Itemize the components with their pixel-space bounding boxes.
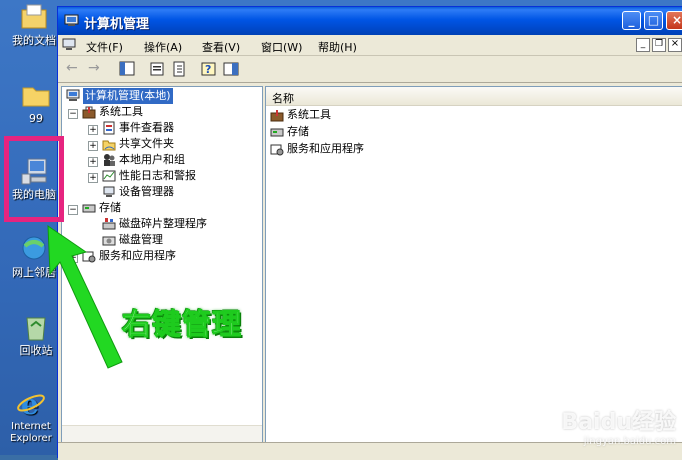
tree-item-label: 存储 xyxy=(99,201,121,214)
desktop-icon-internet-explorer[interactable]: e Internet Explorer xyxy=(6,388,56,445)
computer-management-icon xyxy=(66,89,80,103)
storage-icon xyxy=(82,201,96,215)
toolbar: ← → ? xyxy=(58,56,682,83)
svg-text:e: e xyxy=(21,388,39,418)
tree-item-label: 本地用户和组 xyxy=(119,153,185,166)
window-title: 计算机管理 xyxy=(84,17,150,32)
expand-toggle[interactable]: + xyxy=(88,141,98,151)
my-documents-icon xyxy=(19,2,49,32)
desktop-icon-folder-99[interactable]: 99 xyxy=(8,80,64,125)
performance-logs-icon xyxy=(102,169,116,183)
help-icon[interactable]: ? xyxy=(200,60,218,78)
minimize-button[interactable]: _ xyxy=(622,11,641,30)
menu-bar: 文件(F) 操作(A) 查看(V) 窗口(W) 帮助(H) _ ❐ × xyxy=(58,35,682,56)
shared-folder-icon xyxy=(102,137,116,151)
expand-toggle[interactable]: + xyxy=(88,125,98,135)
detail-pane: 名称 系统工具 存储 服务和应用程序 xyxy=(265,86,682,443)
storage-icon xyxy=(270,125,284,139)
menu-window[interactable]: 窗口(W) xyxy=(261,39,302,55)
right-click-manage-annotation: 右键管理 xyxy=(121,307,243,342)
menu-view[interactable]: 查看(V) xyxy=(202,39,240,55)
close-button[interactable]: × xyxy=(666,11,682,30)
tree-horizontal-scrollbar[interactable] xyxy=(62,425,262,442)
services-icon xyxy=(270,142,284,156)
tree-root-label: 计算机管理(本地) xyxy=(83,88,173,104)
collapse-toggle[interactable]: − xyxy=(68,205,78,215)
export-list-icon[interactable] xyxy=(170,60,188,78)
ie-icon: e xyxy=(16,388,46,421)
watermark-sub: jingyan.baidu.com xyxy=(583,436,676,447)
watermark-text: Baidu经验 xyxy=(561,410,676,435)
properties-icon[interactable] xyxy=(148,60,166,78)
tree-item-label: 磁盘碎片整理程序 xyxy=(119,217,207,230)
desktop: 我的文档 99 我的电脑 网上邻居 回收站 e Internet Explore… xyxy=(0,0,682,460)
column-header-name[interactable]: 名称 xyxy=(266,87,682,106)
collapse-toggle[interactable]: − xyxy=(68,109,78,119)
tree-item-label: 性能日志和警报 xyxy=(119,169,196,182)
mdi-close-button[interactable]: × xyxy=(668,38,682,52)
desktop-icon-label: Internet Explorer xyxy=(10,421,52,444)
expand-toggle[interactable]: + xyxy=(88,173,98,183)
users-icon xyxy=(102,153,116,167)
list-item-label: 系统工具 xyxy=(287,108,331,121)
menu-help[interactable]: 帮助(H) xyxy=(318,39,357,55)
tree-item-label: 共享文件夹 xyxy=(119,137,174,150)
annotation-arrow-icon xyxy=(47,225,123,369)
system-tools-icon xyxy=(82,105,96,119)
computer-management-icon xyxy=(64,14,79,27)
mdi-restore-button[interactable]: ❐ xyxy=(652,38,666,52)
list-item-label: 服务和应用程序 xyxy=(287,142,364,155)
tree-item-label: 事件查看器 xyxy=(119,121,174,134)
folder-icon xyxy=(21,80,51,110)
forward-arrow-icon[interactable]: → xyxy=(88,60,106,78)
desktop-icon-my-documents[interactable]: 我的文档 xyxy=(6,2,62,47)
list-item-label: 存储 xyxy=(287,125,309,138)
computer-management-window: 计算机管理 _ □ × 文件(F) 操作(A) 查看(V) 窗口(W) 帮助(H… xyxy=(57,6,682,460)
tree-item-label: 设备管理器 xyxy=(119,185,174,198)
mdi-minimize-button[interactable]: _ xyxy=(636,38,650,52)
window-titlebar[interactable]: 计算机管理 _ □ × xyxy=(58,7,682,35)
expand-toggle[interactable]: + xyxy=(88,157,98,167)
desktop-icon-label: 99 xyxy=(29,112,43,125)
show-hide-tree-icon[interactable] xyxy=(118,60,136,78)
menu-action[interactable]: 操作(A) xyxy=(144,39,182,55)
back-arrow-icon[interactable]: ← xyxy=(66,60,84,78)
baidu-watermark: Baidu经验 jingyan.baidu.com xyxy=(561,404,676,447)
menu-file[interactable]: 文件(F) xyxy=(86,39,123,55)
desktop-icon-label: 我的文档 xyxy=(12,34,56,47)
my-computer-highlight-box xyxy=(4,136,64,222)
svg-text:?: ? xyxy=(205,63,211,76)
event-viewer-icon xyxy=(102,121,116,135)
app-menu-icon[interactable] xyxy=(62,38,76,52)
maximize-button[interactable]: □ xyxy=(644,11,663,30)
show-action-pane-icon[interactable] xyxy=(222,60,240,78)
system-tools-icon xyxy=(270,108,284,122)
device-manager-icon xyxy=(102,185,116,199)
column-header-label: 名称 xyxy=(272,92,294,105)
tree-item-label: 系统工具 xyxy=(99,105,143,118)
